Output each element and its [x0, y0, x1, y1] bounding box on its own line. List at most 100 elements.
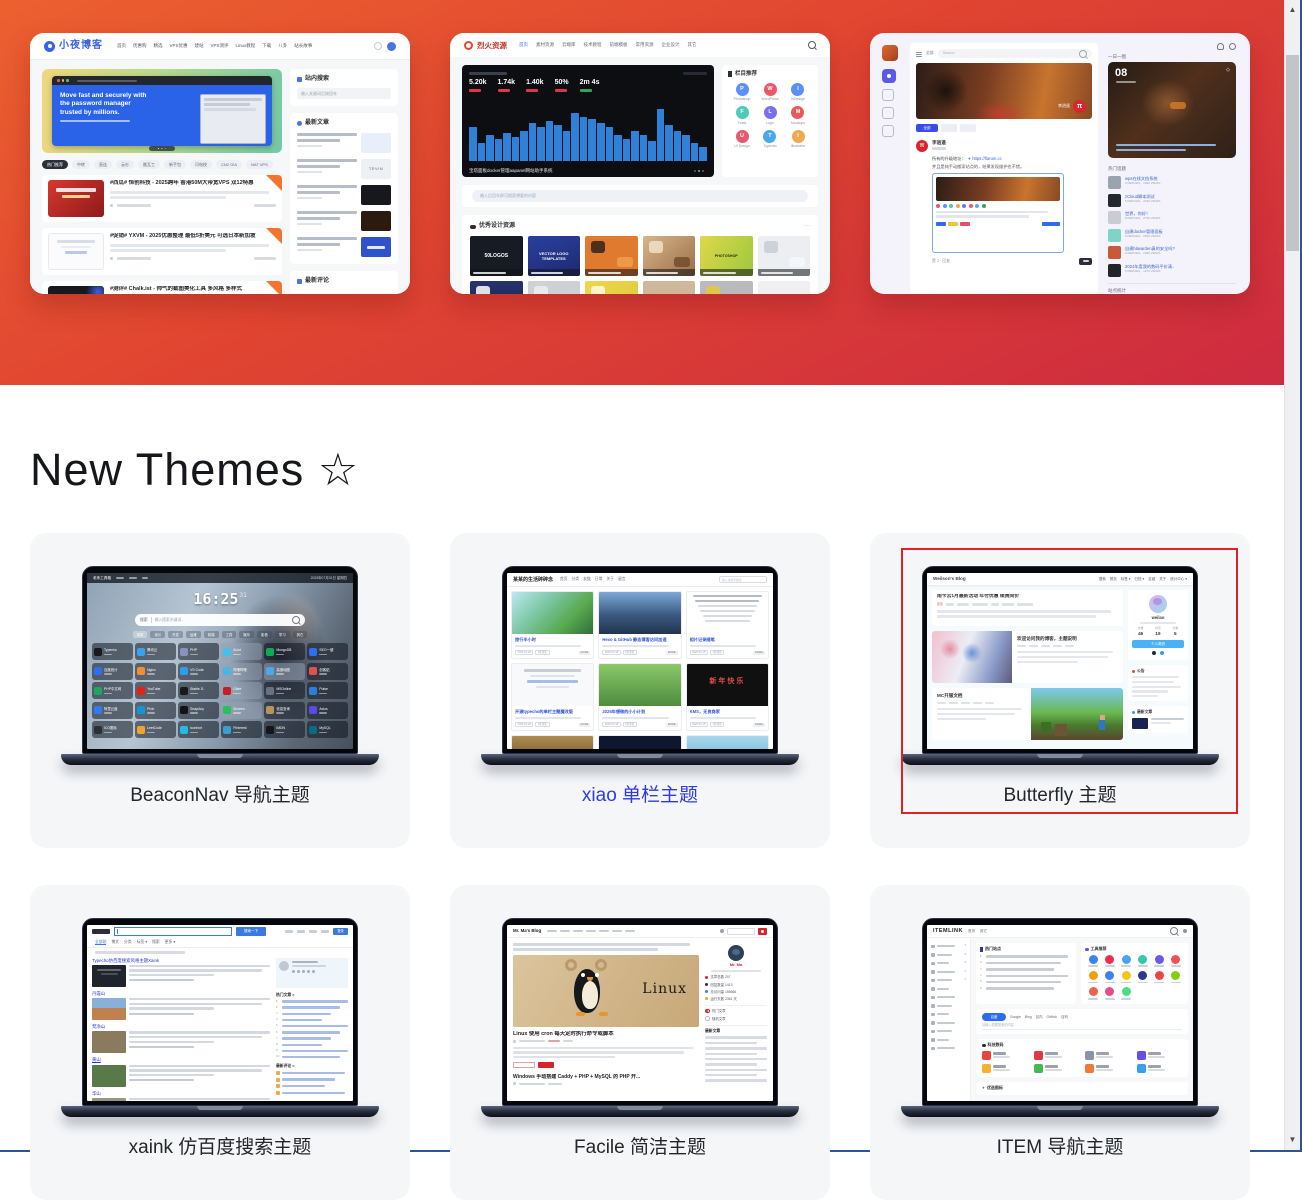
resource-thumb[interactable] — [528, 281, 581, 294]
nav-item[interactable]: VPS优惠 — [170, 43, 188, 48]
tag-pill[interactable]: 新手包 — [164, 160, 186, 169]
search-input[interactable]: 输入后回车即可搜索想要的内容 — [472, 190, 808, 202]
menu-icon[interactable] — [916, 51, 922, 57]
tech-item[interactable] — [1085, 1064, 1131, 1073]
resource-thumb[interactable] — [470, 281, 523, 294]
nav-item[interactable]: 友链 — [1148, 577, 1155, 581]
rail-home-icon[interactable] — [882, 69, 896, 83]
post-actions[interactable]: 赞 2 · 回复 — [932, 259, 950, 264]
resource-thumb[interactable] — [758, 236, 811, 276]
comment-chip[interactable] — [538, 1062, 554, 1068]
article-card[interactable]: #测评# Chalk.ist - 帅气的截图美化工具 多风格 多样式 — [42, 281, 282, 294]
topic-row[interactable]: zCloud脚本测试5 REPLIES，2160 VIEWS — [1108, 194, 1236, 207]
nav-item[interactable]: 素材资源 — [536, 42, 554, 47]
carousel-screenshot-forum[interactable]: 全部Search李逍遥π全部π李逍遥所有的升级地址：✈ https://flar… — [870, 33, 1250, 294]
tool-item[interactable] — [1154, 955, 1164, 967]
avatar[interactable] — [882, 45, 898, 61]
search-button[interactable]: 搜索一下 — [236, 927, 266, 936]
nav-item[interactable]: 下载 — [262, 43, 271, 48]
rail-icon[interactable] — [882, 107, 894, 119]
hot-list-row[interactable]: 9 — [276, 1049, 348, 1053]
nav-item[interactable]: 技术教程 — [584, 42, 602, 47]
hot-list-row[interactable]: 8 — [276, 1043, 348, 1047]
post-link[interactable]: ✈ https://flarum.cc — [968, 156, 1002, 161]
hot-row[interactable]: 3 — [980, 968, 1072, 971]
app-card[interactable]: 腾讯云 — [135, 643, 176, 660]
app-card[interactable]: SnapAny — [178, 702, 219, 719]
category-tab[interactable]: 常用 — [133, 631, 148, 638]
app-card[interactable]: PHP中文网 — [92, 682, 133, 699]
search-input[interactable] — [727, 928, 755, 935]
app-card[interactable]: Axios — [307, 702, 348, 719]
app-item[interactable]: UUI Design — [734, 130, 749, 149]
resource-thumb[interactable] — [585, 236, 638, 276]
tab-item[interactable]: 博文 — [111, 940, 119, 945]
search-pill[interactable]: Search — [938, 49, 1092, 58]
post-title[interactable]: 相片记录随笔 — [690, 637, 765, 642]
recent-post-row[interactable]: TEVIN — [297, 159, 391, 179]
nav-item[interactable]: 留言 — [618, 577, 626, 582]
app-card[interactable]: VS Code — [178, 663, 219, 680]
comment-row[interactable] — [276, 1071, 348, 1075]
scroll-down-icon[interactable]: ▼ — [1285, 1132, 1300, 1148]
login-button[interactable]: 登录 — [333, 928, 348, 935]
app-card[interactable]: Pixiv — [135, 702, 176, 719]
nav-item[interactable]: 其它 — [980, 929, 987, 933]
tool-item[interactable] — [1105, 971, 1115, 983]
article-card[interactable]: 雨卡云1月最新活动 年付优惠 续费同价置顶 — [932, 590, 1123, 626]
tech-item[interactable] — [1034, 1051, 1080, 1060]
hot-list-row[interactable]: 5 — [276, 1024, 348, 1028]
app-card[interactable]: 信息查询 — [264, 702, 305, 719]
more-chip[interactable]: MORE — [579, 723, 591, 727]
search-input[interactable]: 输入关键词后按回车 — [297, 88, 391, 99]
recent-post-row[interactable] — [297, 211, 391, 231]
nav-item[interactable]: 日常 — [595, 577, 603, 582]
app-card[interactable]: 阿里云盘 — [92, 702, 133, 719]
nav-item[interactable]: 首页 — [1110, 577, 1117, 581]
search-button[interactable] — [758, 928, 767, 935]
resume-button[interactable]: 个人简历 — [1132, 640, 1184, 648]
user-icon[interactable] — [1229, 43, 1236, 50]
category-tab[interactable]: 学习 — [275, 631, 290, 638]
category-tab[interactable]: 设计 — [150, 631, 165, 638]
post-title[interactable]: Linux 使用 cron 每天定时执行命令或脚本 — [513, 1031, 699, 1037]
theme-card-butterfly[interactable]: Weilson's Blog搜索首页标签 ▾归档 ▾友链关于统计中心 ▾雨卡云1… — [870, 533, 1250, 848]
theme-card-item[interactable]: ITEMLINK首页其它▾▾▾▾▾热门站点123456工具推荐百度GoogleB… — [870, 885, 1250, 1200]
theme-card-facile[interactable]: Mr. Ma's BlogLinuxLinux 使用 cron 每天定时执行命令… — [450, 885, 830, 1200]
tab-item[interactable]: 标签 ▾ — [137, 940, 148, 945]
app-card[interactable]: YouTube — [135, 682, 176, 699]
app-card[interactable]: MySQL — [307, 721, 348, 738]
app-card[interactable]: Typecho — [92, 643, 133, 660]
scope-select[interactable]: 全部 — [926, 51, 934, 56]
nav-item[interactable]: 标签 ▾ — [1121, 577, 1131, 581]
post-title[interactable]: Hexo & GitHub 静态博客访问加速 — [602, 637, 677, 642]
post-card[interactable]: 新年快乐KMS，无良商家2025-01-181条评论MORE — [686, 663, 769, 731]
app-card[interactable]: iconfont — [178, 721, 219, 738]
category-tab[interactable]: 工具 — [222, 631, 237, 638]
app-card[interactable]: iScreen — [221, 702, 262, 719]
app-item[interactable]: MMockups — [791, 106, 805, 125]
topic-row[interactable]: 自建docker管理面板6 REPLIES，2630 VIEWS — [1108, 229, 1236, 242]
nav-item[interactable]: 归档 ▾ — [1135, 577, 1145, 581]
topic-row[interactable]: 世界，你好！8 REPLIES，2730 VIEWS — [1108, 211, 1236, 224]
topic-row[interactable]: 2024年度我的数码平价清..5 REPLIES，1270 VIEWS — [1108, 264, 1236, 277]
nav-item[interactable]: 企业设计 — [662, 42, 680, 47]
hot-list-row[interactable]: 4 — [276, 1018, 348, 1022]
tech-item[interactable] — [982, 1064, 1028, 1073]
topic-row[interactable]: wps在线文档系统3 REPLIES，2420 VIEWS — [1108, 176, 1236, 189]
theme-card-beacon[interactable]: 老朱工具箱2025年07月31日 星期四16:2531搜索输入搜索关键词...常… — [30, 533, 410, 848]
tag-pill[interactable]: CN2 GIA — [216, 160, 242, 169]
post-title[interactable]: 开源typecho的单栏主题魔改版 — [515, 709, 590, 714]
nav-item[interactable]: VPS测评 — [211, 43, 229, 48]
hot-list-row[interactable]: 1 — [276, 1000, 348, 1004]
theme-name-link[interactable]: Facile 简洁主题 — [450, 1137, 830, 1160]
menu-row[interactable] — [931, 985, 966, 994]
article-title[interactable]: #促销# YXVM - 2025优惠整理 最低5折美元 可选日本新加坡 — [110, 233, 276, 240]
tool-item[interactable] — [1171, 955, 1181, 967]
nav-item[interactable]: 关于 — [1159, 577, 1166, 581]
nav-item[interactable]: Linux教程 — [236, 43, 256, 48]
article-title[interactable]: #西瓜# 恒创科技 - 2025跨年 香港50M大带宽VPS 双12特惠 — [110, 180, 276, 187]
resource-thumb[interactable] — [643, 236, 696, 276]
app-item[interactable]: IInDesign — [791, 83, 805, 102]
nav-item[interactable]: 精选 — [154, 43, 163, 48]
